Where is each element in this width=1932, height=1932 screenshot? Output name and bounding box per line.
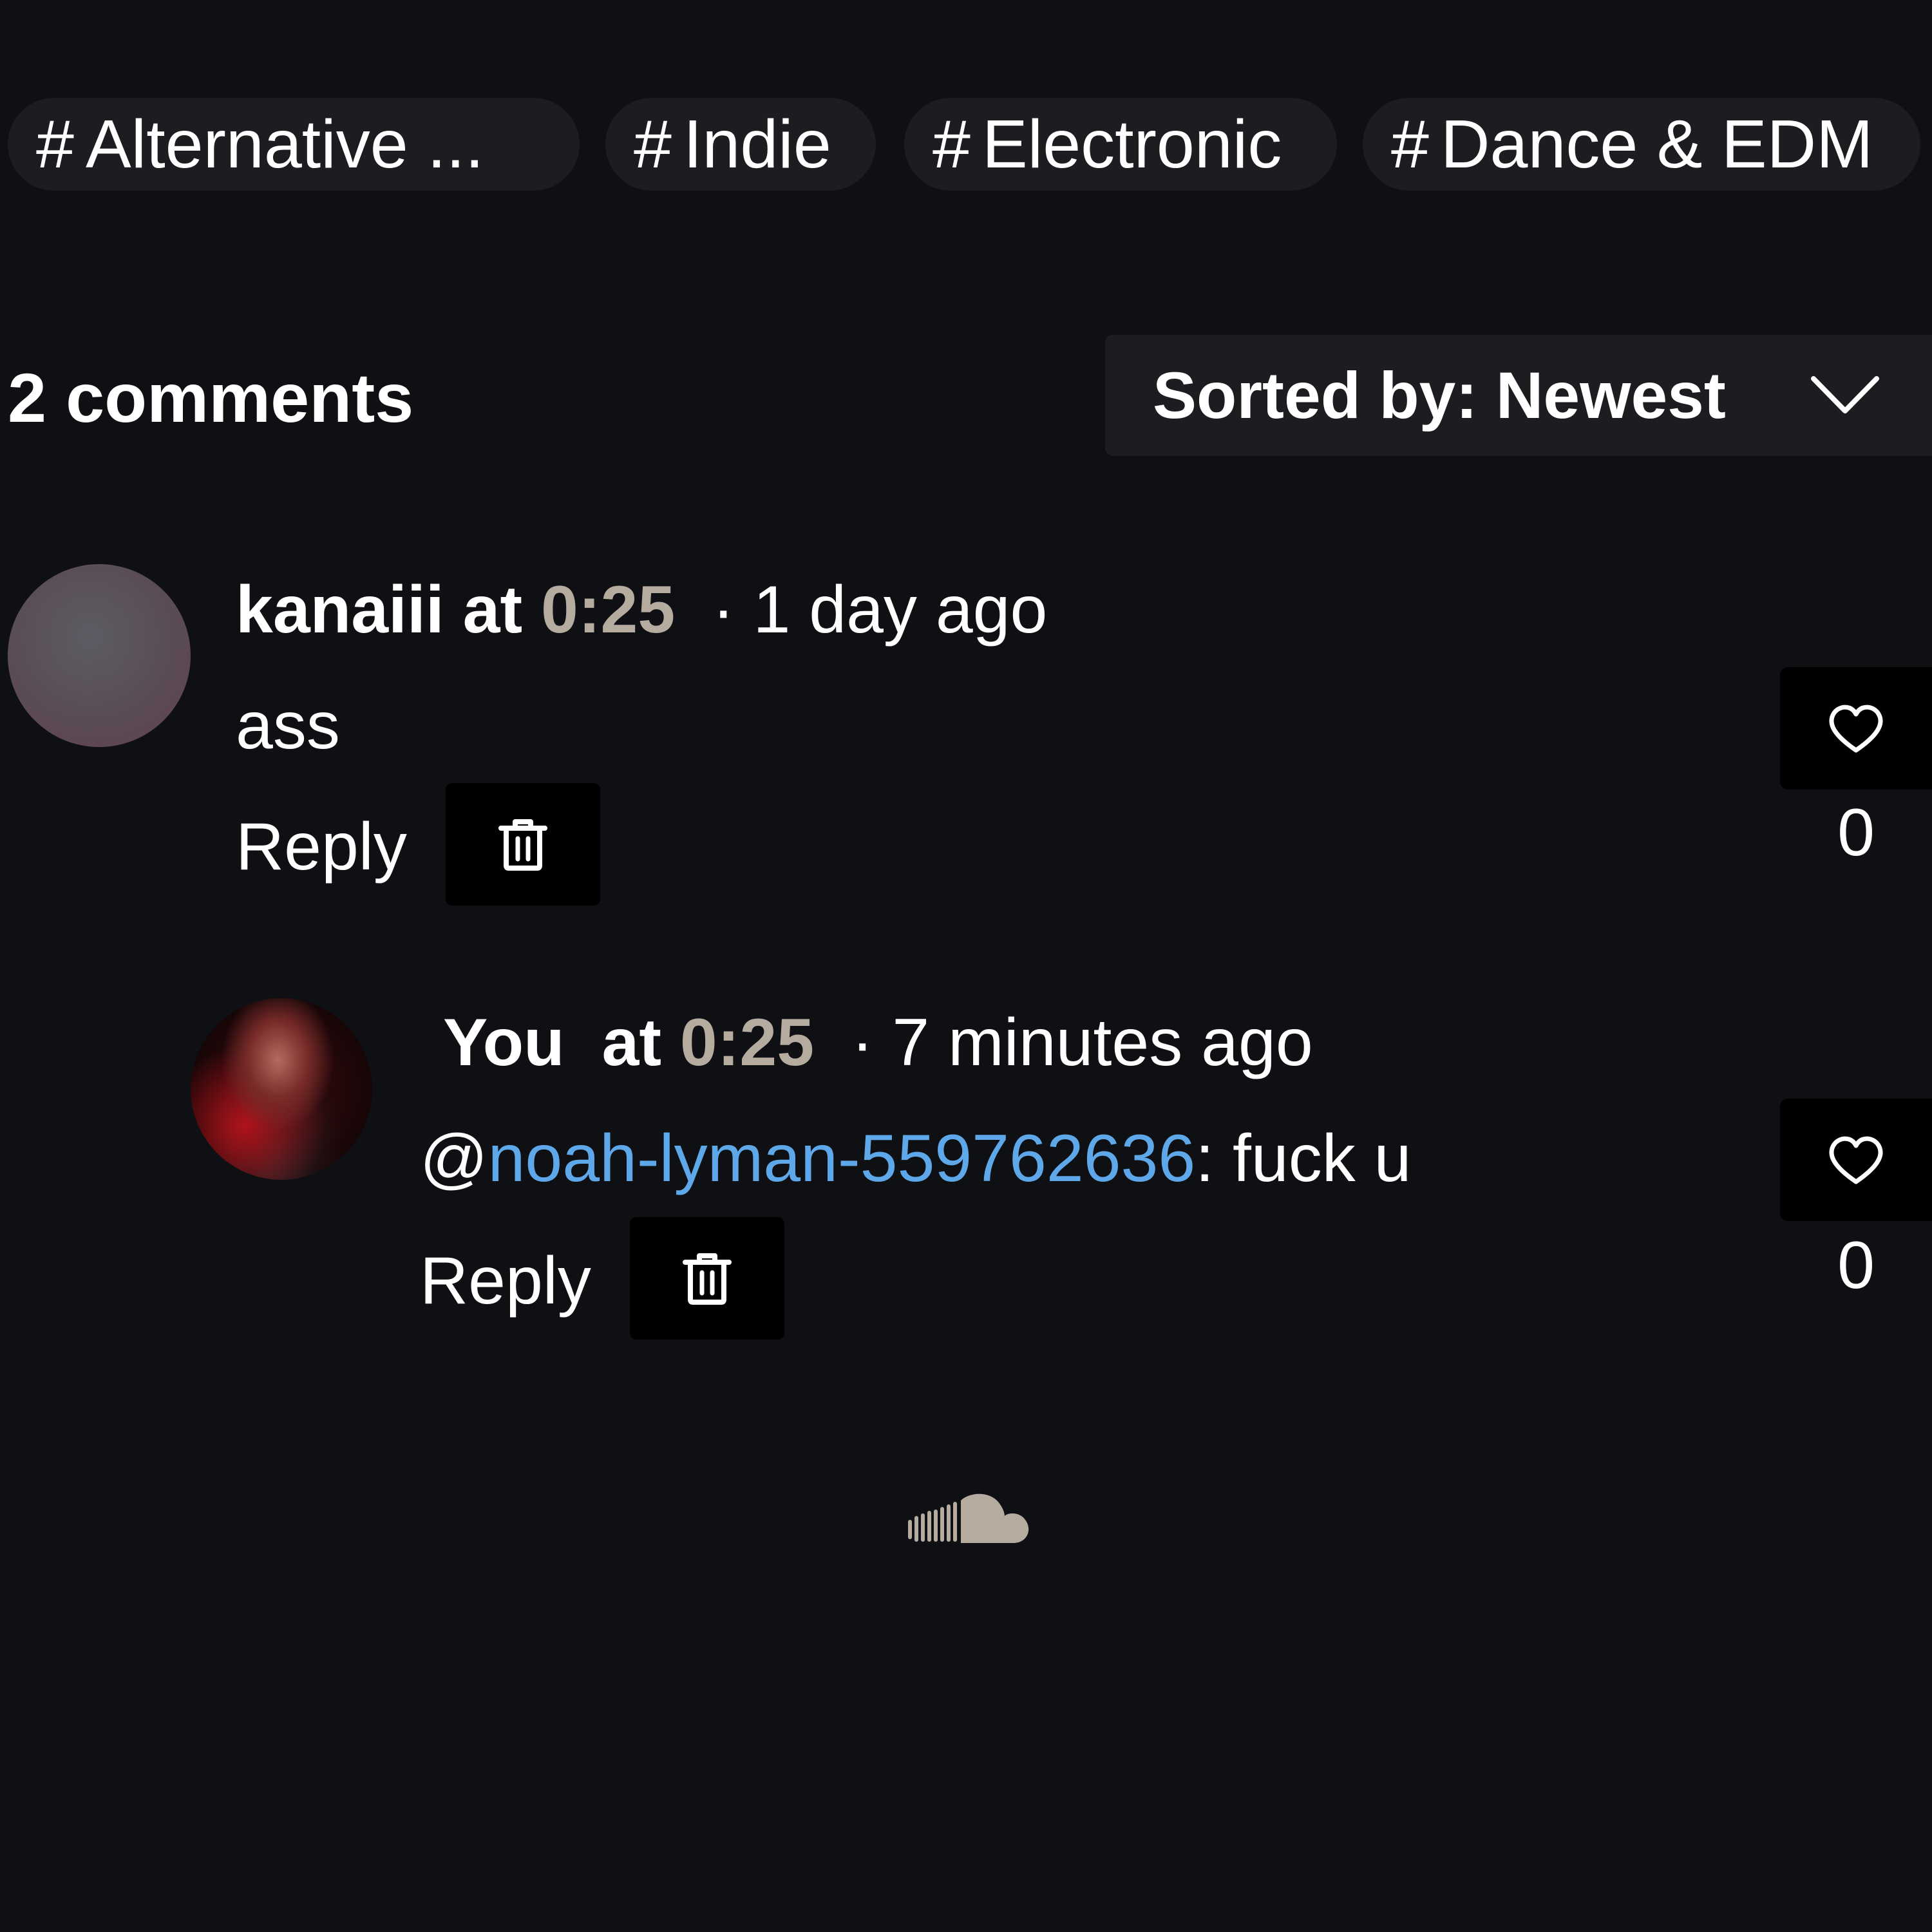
comment-at: at	[462, 573, 523, 647]
delete-button[interactable]	[446, 783, 600, 905]
comment-body: : fuck u	[1195, 1121, 1412, 1196]
tag-indie[interactable]: # Indie	[605, 98, 876, 191]
like-count: 0	[1837, 795, 1875, 870]
avatar[interactable]	[8, 564, 191, 747]
comment-at: at	[601, 1005, 661, 1080]
reply-button[interactable]: Reply	[420, 1239, 591, 1323]
comment-meta: You at 0:25 · 7 minutes ago	[443, 1001, 1313, 1084]
comments-count: 2 comments	[8, 359, 414, 437]
chevron-down-icon	[1811, 376, 1879, 413]
delete-button[interactable]	[630, 1217, 784, 1340]
sort-label: Sorted by: Newest	[1153, 358, 1726, 432]
hash-symbol: #	[933, 106, 971, 182]
comment-timestamp[interactable]: 0:25	[680, 1005, 814, 1080]
mention-link[interactable]: noah-lyman-559762636	[488, 1121, 1196, 1196]
sort-dropdown[interactable]: Sorted by: Newest	[1105, 335, 1932, 456]
comment-meta: kanaiii at 0:25 · 1 day ago	[236, 568, 1047, 652]
tag-dance-edm[interactable]: # Dance & EDM	[1363, 98, 1920, 191]
tag-label: Alternative ...	[85, 106, 484, 182]
like-button[interactable]	[1780, 1099, 1932, 1221]
reply-button[interactable]: Reply	[236, 805, 407, 889]
tag-alternative[interactable]: # Alternative ...	[8, 98, 580, 191]
heart-icon	[1829, 1136, 1883, 1184]
comment-timestamp[interactable]: 0:25	[541, 573, 675, 647]
hash-symbol: #	[1391, 106, 1429, 182]
comment-text: @noah-lyman-559762636: fuck u	[420, 1117, 1411, 1200]
hash-symbol: #	[36, 106, 74, 182]
trash-icon	[683, 1253, 732, 1305]
tag-label: Electronic	[981, 106, 1282, 182]
tag-label: Dance & EDM	[1440, 106, 1873, 182]
soundcloud-logo-icon	[908, 1493, 1029, 1543]
avatar[interactable]	[191, 998, 372, 1180]
hash-symbol: #	[634, 106, 672, 182]
trash-icon	[498, 819, 547, 871]
comment-text: ass	[236, 688, 340, 763]
comment-username[interactable]: kanaiii	[236, 573, 444, 647]
comment-age: · 7 minutes ago	[851, 1005, 1313, 1080]
like-count: 0	[1837, 1228, 1875, 1303]
mention-prefix: @	[420, 1121, 488, 1196]
comment-username[interactable]: You	[443, 1005, 565, 1080]
tag-electronic[interactable]: # Electronic	[904, 98, 1337, 191]
comment-age: · 1 day ago	[712, 573, 1048, 647]
tag-label: Indie	[683, 106, 831, 182]
heart-icon	[1829, 705, 1883, 753]
like-button[interactable]	[1780, 667, 1932, 790]
